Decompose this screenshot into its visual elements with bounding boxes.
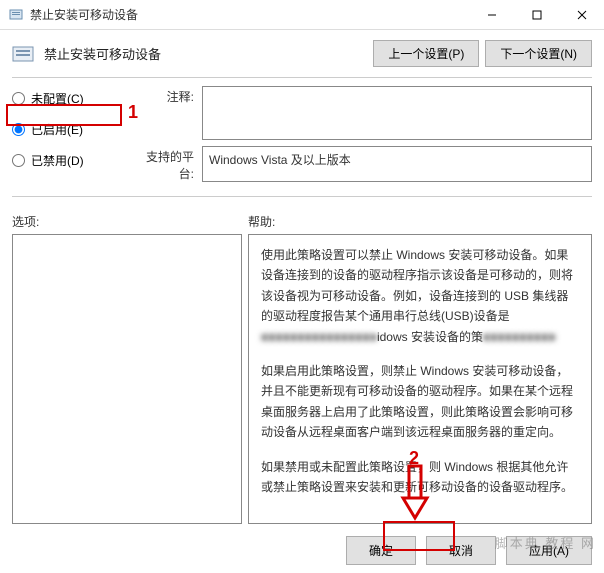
radio-group: 未配置(C) 已启用(E) 已禁用(D) [12,86,142,188]
radio-not-configured-input[interactable] [12,92,25,105]
options-panel [12,234,242,524]
radio-enabled-input[interactable] [12,123,25,136]
maximize-button[interactable] [514,0,559,29]
next-setting-button[interactable]: 下一个设置(N) [485,40,592,67]
divider [12,77,592,78]
divider-2 [12,196,592,197]
ok-button[interactable]: 确定 [346,536,416,565]
annotation-label-2: 2 [409,448,419,469]
minimize-button[interactable] [469,0,514,29]
window-title: 禁止安装可移动设备 [30,6,469,23]
config-area: 未配置(C) 已启用(E) 已禁用(D) 注释: 支持的平台: Windows … [0,86,604,194]
title-bar: 禁止安装可移动设备 [0,0,604,30]
apply-button[interactable]: 应用(A) [506,536,592,565]
prev-setting-button[interactable]: 上一个设置(P) [373,40,479,67]
help-panel: 使用此策略设置可以禁止 Windows 安装可移动设备。如果设备连接到的设备的驱… [248,234,592,524]
cancel-button[interactable]: 取消 [426,536,496,565]
window-buttons [469,0,604,29]
panels: 使用此策略设置可以禁止 Windows 安装可移动设备。如果设备连接到的设备的驱… [0,234,604,530]
page-title: 禁止安装可移动设备 [44,44,367,63]
radio-disabled-label: 已禁用(D) [31,152,84,169]
help-paragraph-3: 如果禁用或未配置此策略设置，则 Windows 根据其他允许或禁止策略设置来安装… [261,457,579,498]
comment-label: 注释: [142,86,202,140]
section-labels: 选项: 帮助: [0,205,604,234]
help-label: 帮助: [248,213,592,230]
options-label: 选项: [12,213,248,230]
comment-row: 注释: [142,86,592,140]
help-paragraph-1: 使用此策略设置可以禁止 Windows 安装可移动设备。如果设备连接到的设备的驱… [261,245,579,347]
radio-not-configured[interactable]: 未配置(C) [12,90,142,107]
close-button[interactable] [559,0,604,29]
platform-row: 支持的平台: Windows Vista 及以上版本 [142,146,592,182]
radio-enabled-label: 已启用(E) [31,121,83,138]
annotation-label-1: 1 [128,102,138,123]
platform-value: Windows Vista 及以上版本 [202,146,592,182]
radio-disabled-input[interactable] [12,154,25,167]
radio-disabled[interactable]: 已禁用(D) [12,152,142,169]
radio-not-configured-label: 未配置(C) [31,90,84,107]
help-paragraph-2: 如果启用此策略设置，则禁止 Windows 安装可移动设备，并且不能更新现有可移… [261,361,579,443]
fields-column: 注释: 支持的平台: Windows Vista 及以上版本 [142,86,592,188]
header-row: 禁止安装可移动设备 上一个设置(P) 下一个设置(N) [0,30,604,75]
app-icon [8,7,24,23]
comment-input[interactable] [202,86,592,140]
policy-icon [12,44,36,64]
footer: 确定 取消 应用(A) [0,530,604,573]
platform-label: 支持的平台: [142,146,202,182]
radio-enabled[interactable]: 已启用(E) [12,121,142,138]
